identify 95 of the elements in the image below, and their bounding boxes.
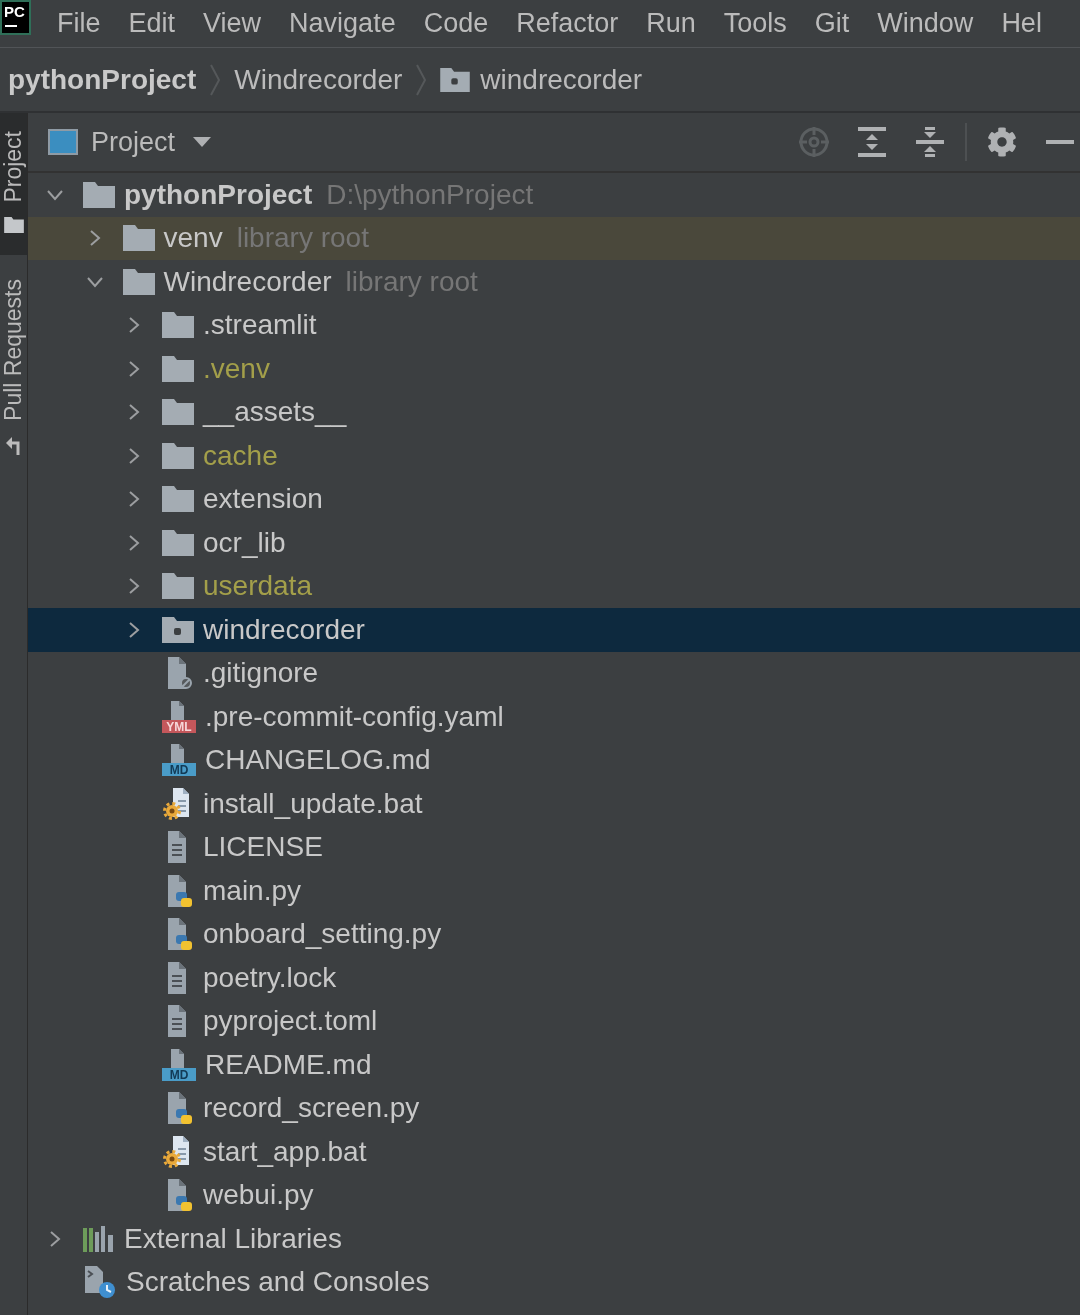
node-name: CHANGELOG.md [205, 744, 431, 777]
node-name: record_screen.py [203, 1092, 420, 1125]
folder-icon [162, 355, 194, 382]
node-name: pythonProject [124, 178, 313, 211]
tree-row[interactable]: YML .pre-commit-config.yaml [28, 695, 1080, 739]
library-bars-icon [83, 1225, 115, 1252]
tree-row[interactable]: start_app.bat [28, 1130, 1080, 1174]
node-name: .streamlit [203, 309, 317, 342]
menu-item[interactable]: Navigate [275, 0, 410, 47]
tree-row[interactable]: poetry.lock [28, 956, 1080, 1000]
menu-item[interactable]: Window [863, 0, 988, 47]
breadcrumb-item[interactable]: Windrecorder [234, 62, 403, 97]
node-name: webui.py [203, 1179, 314, 1212]
node-name: venv [163, 222, 223, 255]
node-name: External Libraries [124, 1222, 342, 1255]
settings-icon[interactable] [987, 127, 1017, 157]
menu-item[interactable]: Hel [987, 0, 1056, 47]
node-note: D:\pythonProject [326, 178, 534, 211]
node-name: LICENSE [203, 831, 323, 864]
package-folder-icon [162, 616, 194, 643]
tree-row[interactable]: windrecorder [28, 608, 1080, 652]
tree-row[interactable]: MD CHANGELOG.md [28, 738, 1080, 782]
folder-icon [162, 486, 194, 513]
node-name: __assets__ [203, 396, 347, 429]
expand-all-icon[interactable] [858, 127, 886, 157]
node-name: ocr_lib [203, 526, 286, 559]
node-name: install_update.bat [203, 787, 423, 820]
node-name: start_app.bat [203, 1135, 367, 1168]
node-name: windrecorder [203, 613, 365, 646]
folder-icon [162, 529, 194, 556]
tree-row[interactable]: ocr_lib [28, 521, 1080, 565]
node-name: poetry.lock [203, 961, 337, 994]
menu-item[interactable]: Refactor [502, 0, 633, 47]
tree-row[interactable]: MD README.md [28, 1043, 1080, 1087]
folder-icon [162, 312, 194, 339]
menu-item[interactable]: Run [632, 0, 710, 47]
tree-row[interactable]: __assets__ [28, 390, 1080, 434]
tree-row[interactable]: External Libraries [28, 1217, 1080, 1261]
tree-row[interactable]: install_update.bat [28, 782, 1080, 826]
tree-row[interactable]: cache [28, 434, 1080, 478]
node-name: extension [203, 483, 323, 516]
tree-row[interactable]: pyproject.toml [28, 999, 1080, 1043]
node-name: .pre-commit-config.yaml [205, 700, 504, 733]
separator-chevron-icon [416, 63, 427, 96]
tree-row[interactable]: Windrecorder library root [28, 260, 1080, 304]
view-dropdown[interactable]: Project [91, 125, 212, 159]
breadcrumb-item[interactable]: pythonProject [8, 62, 197, 97]
menu-item[interactable]: Git [800, 0, 864, 47]
menu-item[interactable]: View [189, 0, 276, 47]
tree-row[interactable]: onboard_setting.py [28, 912, 1080, 956]
node-name: pyproject.toml [203, 1005, 378, 1038]
tree-row[interactable]: .streamlit [28, 303, 1080, 347]
tree-row[interactable]: pythonProject D:\pythonProject [28, 173, 1080, 217]
folder-icon [3, 216, 24, 233]
tree-row[interactable]: main.py [28, 869, 1080, 913]
tool-window-tab[interactable]: Project [0, 113, 27, 255]
project-view-icon [48, 129, 78, 155]
menu-item[interactable]: File [43, 0, 115, 47]
node-name: cache [203, 439, 278, 472]
menu-item[interactable]: Code [409, 0, 503, 47]
node-name: README.md [205, 1048, 372, 1081]
breadcrumb-item[interactable]: windrecorder [440, 62, 643, 97]
tree-row[interactable]: webui.py [28, 1173, 1080, 1217]
separator-chevron-icon [210, 63, 221, 96]
node-name: Scratches and Consoles [126, 1266, 430, 1299]
node-name: onboard_setting.py [203, 918, 442, 951]
document-clock-icon [83, 1265, 117, 1300]
node-note: library root [345, 265, 478, 298]
node-name: .gitignore [203, 657, 319, 690]
node-name: .venv [203, 352, 270, 385]
tree-row[interactable]: extension [28, 477, 1080, 521]
tree-row[interactable]: .gitignore [28, 651, 1080, 695]
tree-row[interactable]: LICENSE [28, 825, 1080, 869]
folder-icon [83, 181, 115, 208]
menu-item[interactable]: Tools [709, 0, 801, 47]
tool-window-tab[interactable]: Pull Requests [0, 268, 27, 465]
menu-item[interactable]: Edit [114, 0, 190, 47]
tree-row[interactable]: .venv [28, 347, 1080, 391]
app-logo: PC [0, 0, 31, 35]
node-name: Windrecorder [163, 265, 332, 298]
package-folder-icon [440, 67, 471, 92]
folder-icon [122, 268, 155, 295]
folder-icon [162, 399, 194, 426]
node-name: userdata [203, 570, 312, 603]
caret-icon [193, 137, 212, 147]
tree-row[interactable]: Scratches and Consoles [28, 1260, 1080, 1304]
node-name: main.py [203, 874, 302, 907]
tree-row[interactable]: record_screen.py [28, 1086, 1080, 1130]
tree-row[interactable]: venv library root [28, 216, 1080, 260]
folder-icon [162, 573, 194, 600]
collapse-all-icon[interactable] [916, 127, 944, 157]
node-note: library root [236, 222, 369, 255]
folder-icon [162, 442, 194, 469]
tree-row[interactable]: userdata [28, 564, 1080, 608]
folder-icon [122, 225, 155, 252]
